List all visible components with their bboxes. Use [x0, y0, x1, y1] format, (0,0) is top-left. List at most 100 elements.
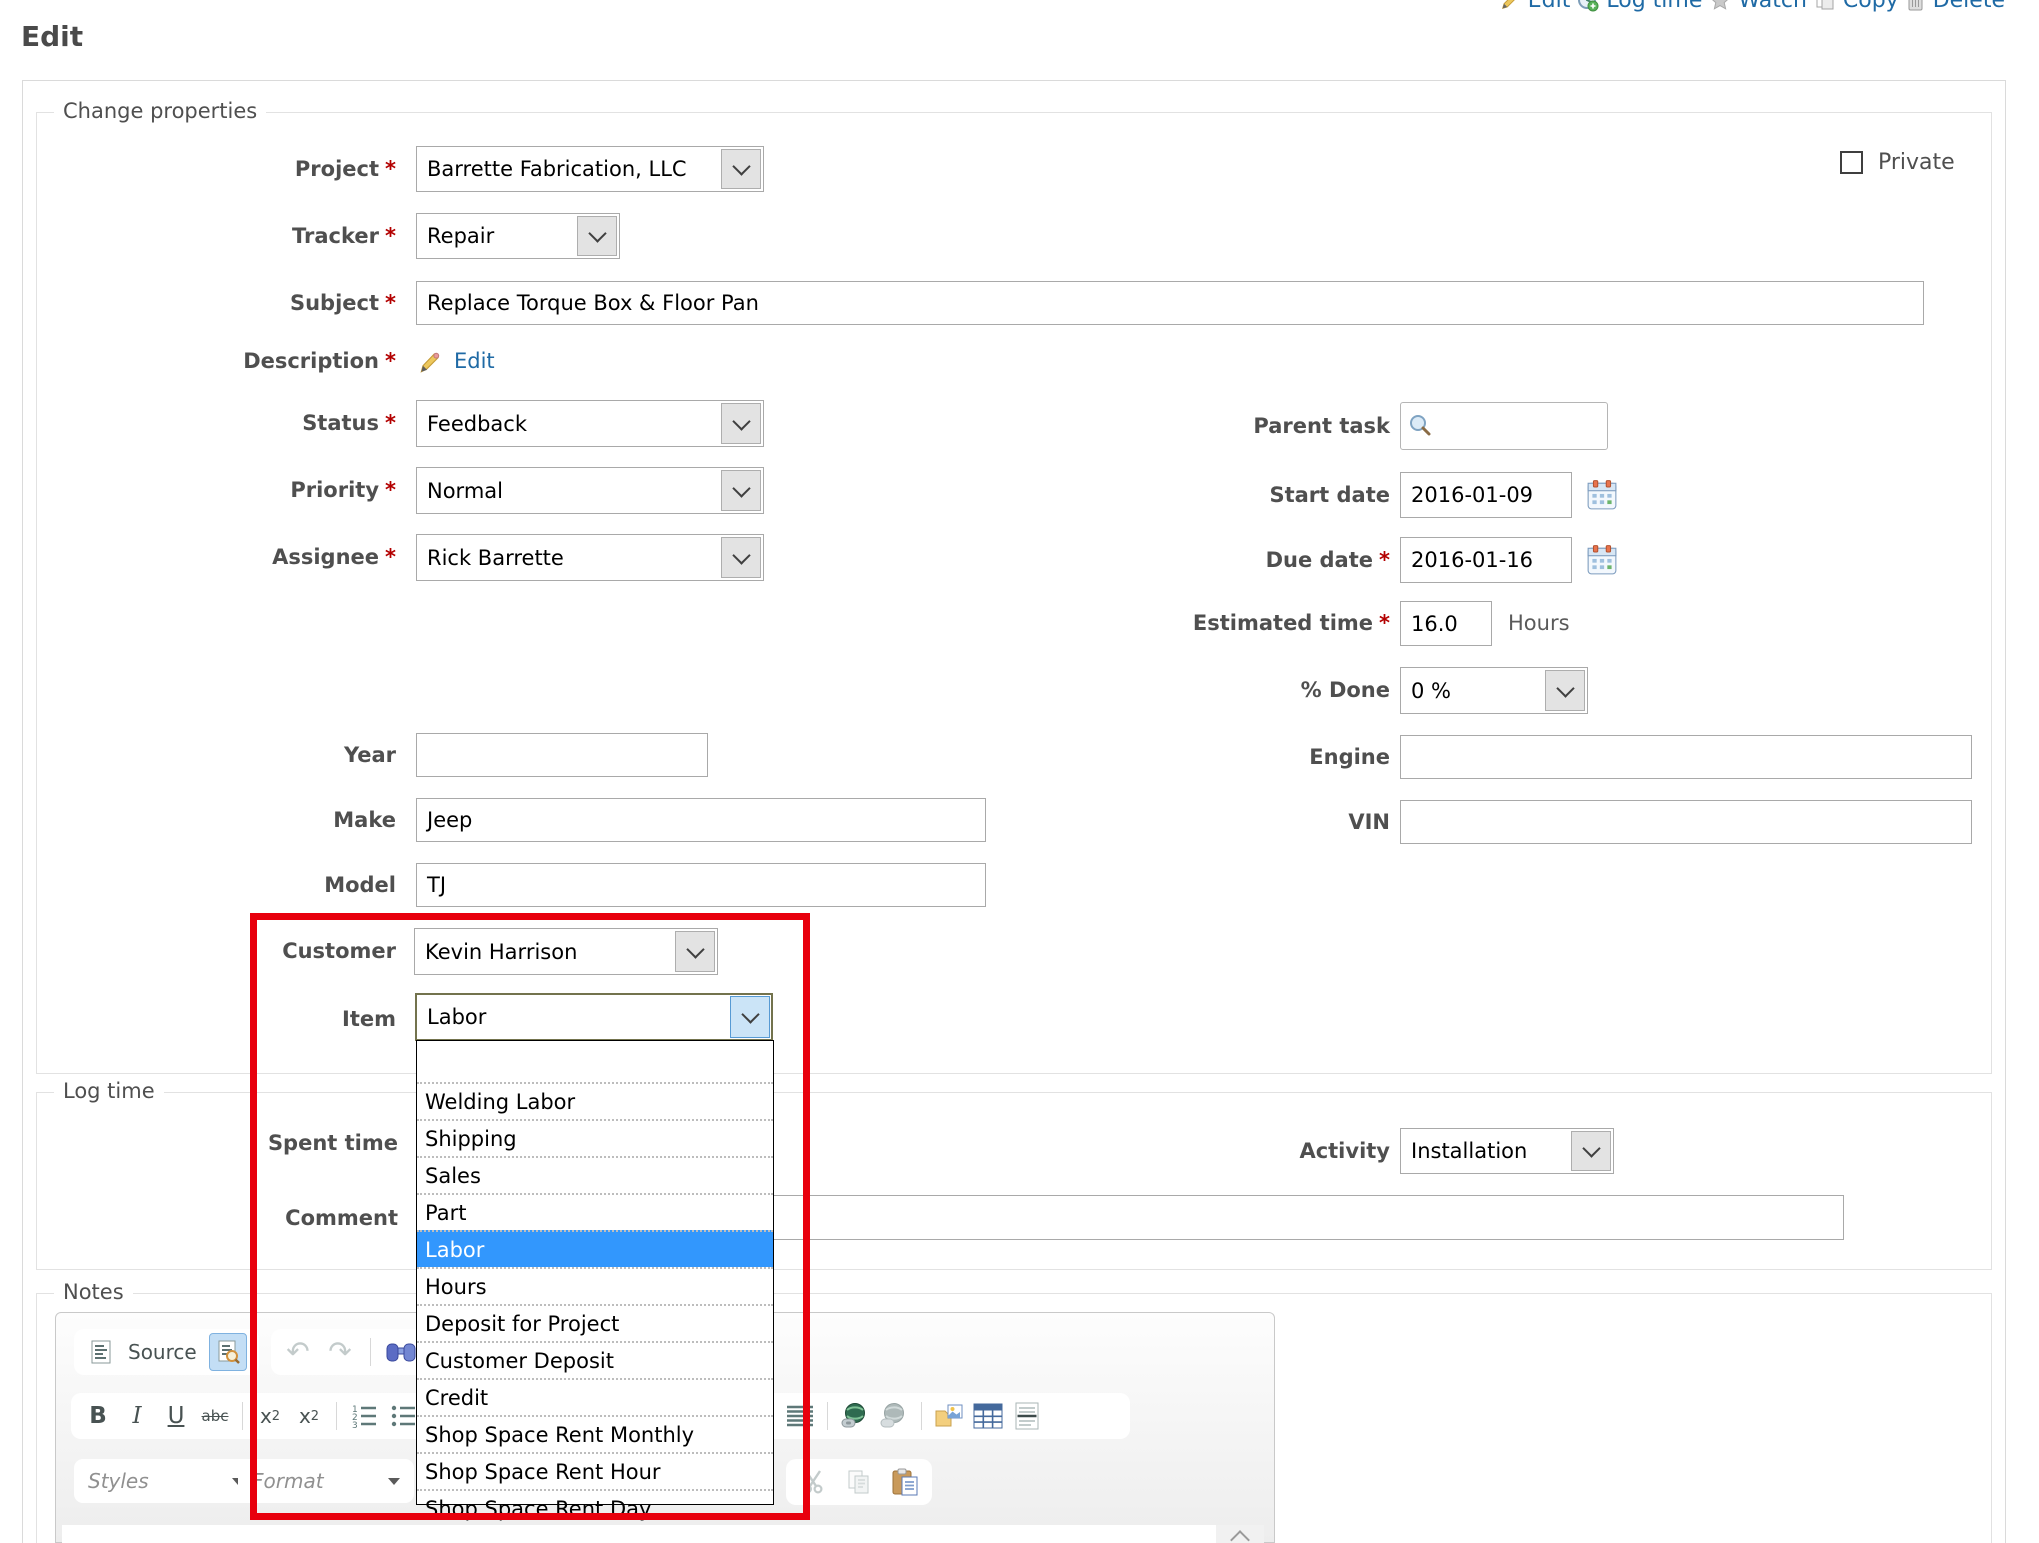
model-input[interactable]: TJ	[416, 863, 986, 907]
chevron-down-icon	[588, 224, 606, 242]
calendar-icon[interactable]	[1586, 544, 1618, 576]
spent-time-label: Spent time	[36, 1128, 398, 1158]
copy-action-label: Copy	[1843, 0, 1899, 13]
estimated-time-input[interactable]: 16.0	[1400, 601, 1492, 646]
copy-action-link[interactable]: Copy	[1814, 0, 1899, 13]
status-select-arrow[interactable]	[721, 403, 761, 444]
table-icon[interactable]	[973, 1401, 1003, 1431]
item-select[interactable]: Labor	[415, 993, 773, 1041]
log-time-legend: Log time	[54, 1079, 164, 1103]
year-input[interactable]	[416, 733, 708, 777]
undo-icon[interactable]: ↶	[283, 1337, 313, 1367]
customer-label: Customer	[36, 928, 396, 975]
image-icon[interactable]	[934, 1401, 964, 1431]
dropdown-option[interactable]: Shop Space Rent Monthly	[417, 1415, 773, 1452]
tracker-label: Tracker*	[36, 213, 396, 259]
engine-label: Engine	[890, 735, 1390, 779]
activity-label: Activity	[890, 1128, 1390, 1174]
calendar-icon[interactable]	[1586, 479, 1618, 511]
project-select-arrow[interactable]	[721, 149, 761, 189]
start-date-input[interactable]: 2016-01-09	[1400, 472, 1572, 518]
activity-select[interactable]: Installation	[1400, 1128, 1614, 1174]
superscript-icon[interactable]: x2	[294, 1401, 324, 1431]
preview-icon[interactable]	[209, 1333, 247, 1371]
description-edit-link[interactable]: Edit	[454, 349, 495, 373]
assignee-select[interactable]: Rick Barrette	[416, 534, 764, 581]
priority-select[interactable]: Normal	[416, 467, 764, 514]
styles-combo[interactable]: Styles	[74, 1459, 258, 1503]
activity-select-arrow[interactable]	[1571, 1131, 1611, 1171]
priority-select-arrow[interactable]	[721, 470, 761, 511]
watch-action-link[interactable]: Watch	[1709, 0, 1807, 13]
bulleted-list-icon[interactable]	[388, 1401, 418, 1431]
percent-done-label: % Done	[890, 667, 1390, 714]
estimated-time-label: Estimated time*	[890, 601, 1390, 646]
dropdown-option-selected[interactable]: Labor	[417, 1230, 773, 1267]
private-checkbox-label: Private	[1878, 150, 1955, 175]
log-time-action-label: Log time	[1606, 0, 1702, 13]
private-checkbox[interactable]	[1840, 151, 1863, 174]
copy-doc-icon[interactable]	[844, 1467, 874, 1497]
project-select[interactable]: Barrette Fabrication, LLC	[416, 146, 764, 192]
toolbar-collapse-button[interactable]	[1216, 1525, 1264, 1543]
delete-action-link[interactable]: Delete	[1906, 0, 2005, 13]
format-combo[interactable]: Format	[238, 1459, 414, 1503]
customer-select-arrow[interactable]	[675, 931, 715, 972]
dropdown-option[interactable]: Customer Deposit	[417, 1341, 773, 1378]
tracker-select-arrow[interactable]	[577, 216, 617, 256]
customer-select[interactable]: Kevin Harrison	[414, 928, 718, 975]
underline-icon[interactable]: U	[161, 1401, 191, 1431]
dropdown-option-blank[interactable]	[417, 1041, 773, 1082]
link-icon[interactable]	[840, 1401, 870, 1431]
notes-legend: Notes	[54, 1280, 133, 1304]
unlink-icon[interactable]	[879, 1401, 909, 1431]
due-date-label: Due date*	[890, 537, 1390, 583]
status-select[interactable]: Feedback	[416, 400, 764, 447]
log-time-fieldset	[36, 1092, 1992, 1270]
assignee-select-arrow[interactable]	[721, 537, 761, 578]
subscript-icon[interactable]: x2	[255, 1401, 285, 1431]
dropdown-option[interactable]: Sales	[417, 1156, 773, 1193]
dropdown-option[interactable]: Credit	[417, 1378, 773, 1415]
model-label: Model	[36, 863, 396, 907]
toolbar-separator	[921, 1402, 922, 1430]
percent-done-select[interactable]: 0 %	[1400, 667, 1588, 714]
blockquote-icon[interactable]	[785, 1401, 815, 1431]
numbered-list-icon[interactable]: 123	[349, 1401, 379, 1431]
dropdown-option[interactable]: Hours	[417, 1267, 773, 1304]
engine-input[interactable]	[1400, 735, 1972, 779]
editor-source-group: Source	[74, 1329, 259, 1375]
chevron-down-icon	[1556, 679, 1574, 697]
source-doc-icon	[86, 1337, 116, 1367]
strikethrough-icon[interactable]: abc	[200, 1401, 230, 1431]
dropdown-option[interactable]: Part	[417, 1193, 773, 1230]
dropdown-option[interactable]: Deposit for Project	[417, 1304, 773, 1341]
log-time-action-link[interactable]: Log time	[1577, 0, 1702, 13]
paste-icon[interactable]	[890, 1467, 920, 1497]
find-replace-icon[interactable]	[386, 1337, 416, 1367]
status-label: Status*	[36, 400, 396, 447]
editor-content-area[interactable]	[62, 1525, 1216, 1543]
dropdown-option[interactable]: Welding Labor	[417, 1082, 773, 1119]
horizontal-rule-icon[interactable]	[1012, 1401, 1042, 1431]
dropdown-option[interactable]: Shipping	[417, 1119, 773, 1156]
italic-icon[interactable]: I	[122, 1401, 152, 1431]
priority-label: Priority*	[36, 467, 396, 514]
dropdown-option[interactable]: Shop Space Rent Hour	[417, 1452, 773, 1489]
dropdown-option[interactable]: Shop Space Rent Day	[417, 1489, 773, 1526]
percent-done-arrow[interactable]	[1545, 670, 1585, 711]
parent-task-input[interactable]	[1400, 402, 1608, 450]
bold-icon[interactable]: B	[83, 1401, 113, 1431]
cut-icon[interactable]	[798, 1467, 828, 1497]
redo-icon[interactable]: ↷	[325, 1337, 355, 1367]
chevron-down-icon	[732, 157, 750, 175]
source-button[interactable]: Source	[128, 1340, 197, 1364]
edit-action-link[interactable]: Edit	[1499, 0, 1571, 13]
format-combo-label: Format	[252, 1469, 324, 1493]
tracker-select[interactable]: Repair	[416, 213, 620, 259]
vin-input[interactable]	[1400, 800, 1972, 844]
due-date-input[interactable]: 2016-01-16	[1400, 537, 1572, 583]
item-select-arrow[interactable]	[730, 996, 770, 1038]
subject-input[interactable]: Replace Torque Box & Floor Pan	[416, 281, 1924, 325]
assignee-label: Assignee*	[36, 534, 396, 581]
